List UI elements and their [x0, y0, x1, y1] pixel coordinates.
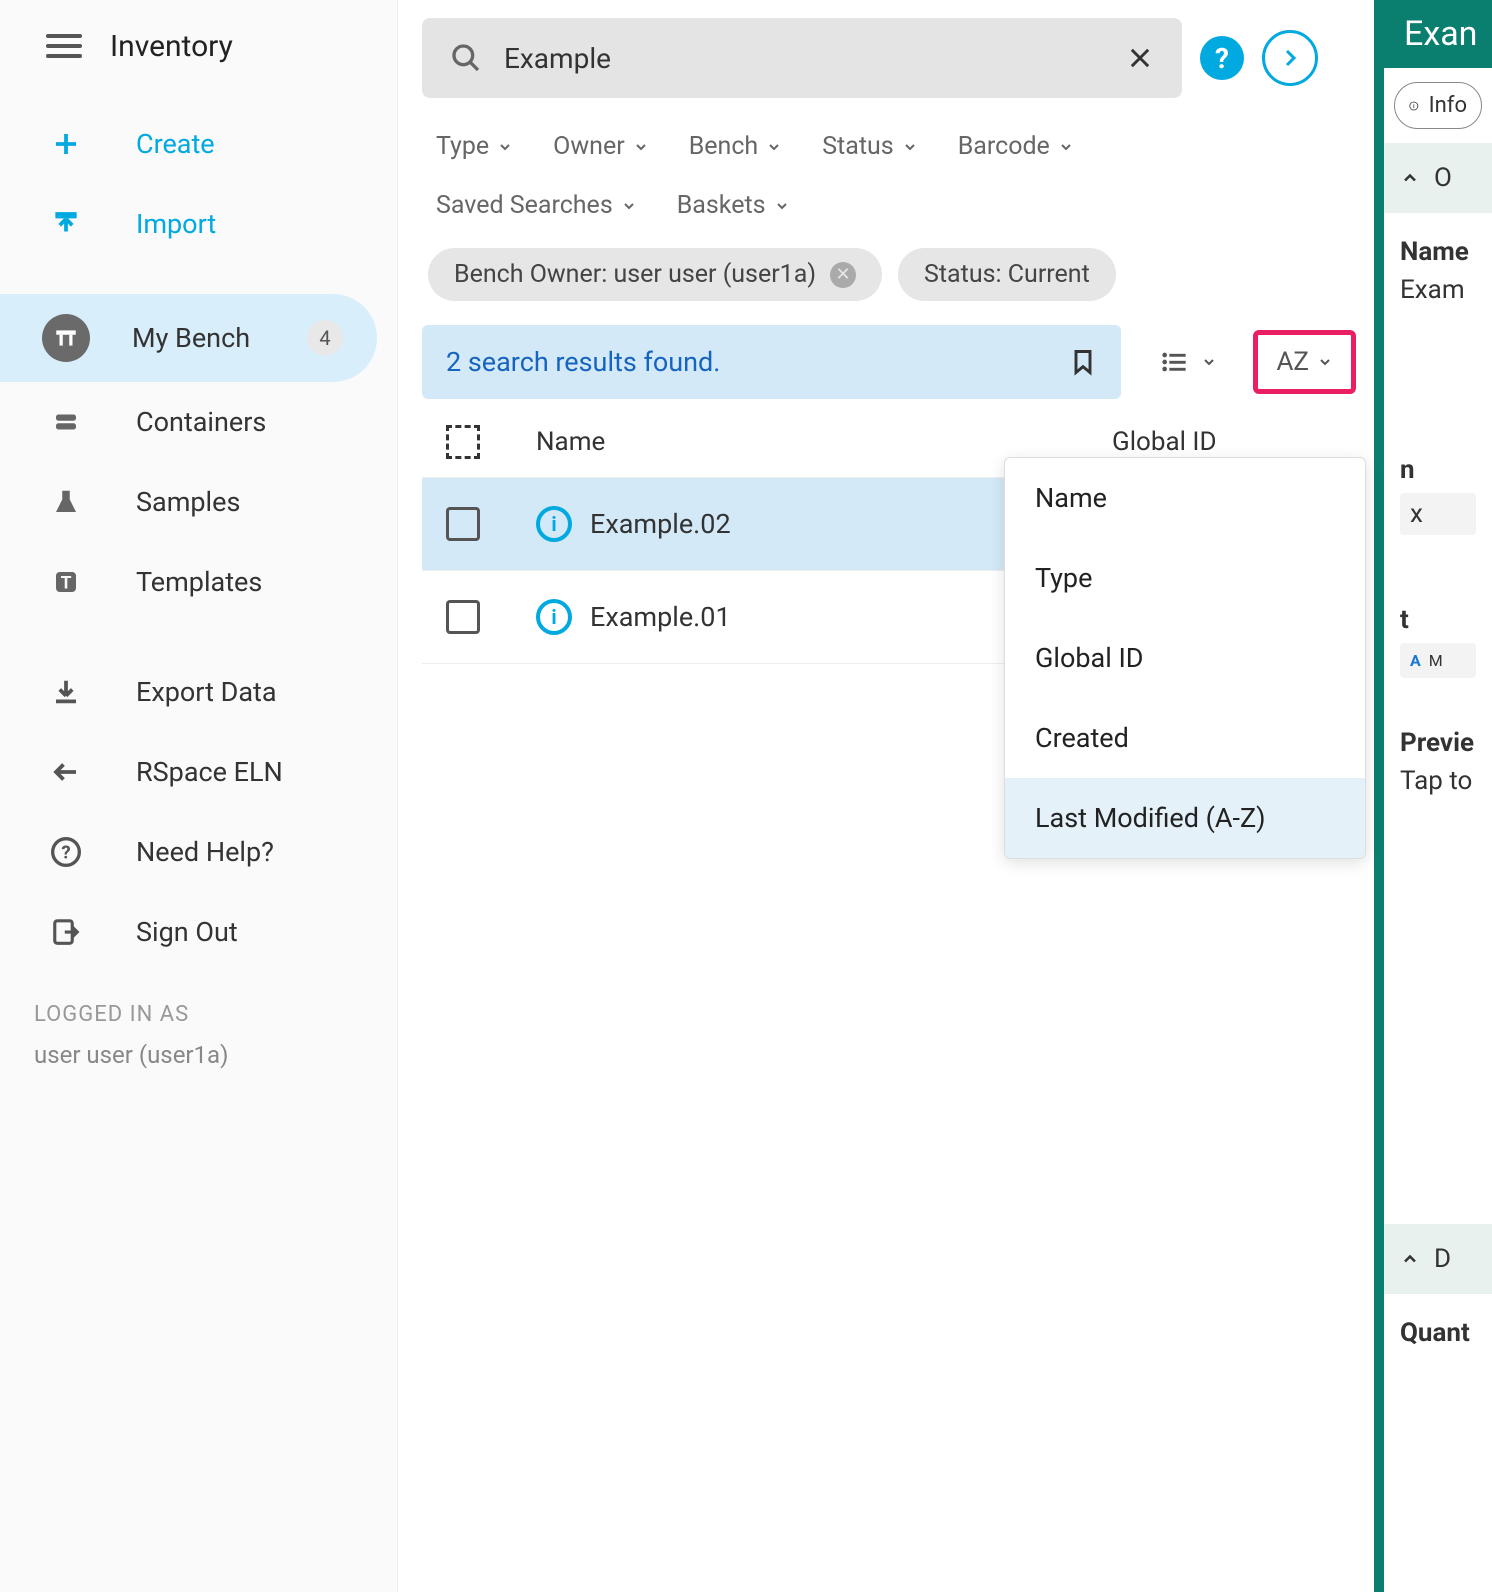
info-chip[interactable]: i Info — [1394, 82, 1482, 129]
results-bar: 2 search results found. AZ — [422, 325, 1356, 399]
templates-icon: T — [46, 562, 86, 602]
details-section-header[interactable]: D — [1384, 1224, 1492, 1294]
details-panel: Exan i Info O Name Exam n x t A M Previe… — [1374, 0, 1492, 1592]
containers-icon — [46, 402, 86, 442]
app-title: Inventory — [110, 29, 233, 64]
sidebar-item-label: Need Help? — [136, 836, 274, 868]
sidebar-item-label: Containers — [136, 406, 266, 438]
name-label: Name — [1400, 237, 1476, 267]
overview-section-header[interactable]: O — [1384, 143, 1492, 213]
sidebar-item-signout[interactable]: Sign Out — [0, 892, 397, 972]
sidebar-item-label: Import — [136, 208, 216, 240]
logged-in-label: LOGGED IN AS — [34, 1002, 363, 1027]
preview-text: Tap to — [1400, 766, 1476, 796]
filter-owner[interactable]: Owner — [553, 132, 649, 161]
sidebar-item-label: RSpace ELN — [136, 756, 283, 788]
sort-option-created[interactable]: Created — [1005, 698, 1365, 778]
view-toggle[interactable] — [1141, 336, 1233, 388]
filter-baskets[interactable]: Baskets — [677, 191, 790, 220]
search-input[interactable] — [504, 42, 1126, 75]
sort-option-global-id[interactable]: Global ID — [1005, 618, 1365, 698]
import-icon — [46, 204, 86, 244]
filter-row-1: Type Owner Bench Status Barcode — [422, 122, 1356, 181]
sort-option-type[interactable]: Type — [1005, 538, 1365, 618]
filter-chip-status[interactable]: Status: Current — [898, 248, 1116, 301]
hamburger-menu-icon[interactable] — [46, 28, 82, 64]
active-filters: Bench Owner: user user (user1a) ✕ Status… — [422, 240, 1356, 325]
main-content: ? Type Owner Bench Status Barcode Saved … — [398, 0, 1374, 1592]
info-icon[interactable]: i — [536, 599, 572, 635]
search-icon — [450, 42, 482, 74]
sidebar-item-create[interactable]: Create — [0, 104, 397, 184]
name-value: Exam — [1400, 275, 1476, 305]
svg-text:T: T — [61, 573, 72, 593]
bench-count-badge: 4 — [307, 320, 343, 356]
sidebar-item-my-bench[interactable]: My Bench 4 — [0, 294, 377, 382]
sidebar-item-import[interactable]: Import — [0, 184, 397, 264]
sidebar-item-label: Templates — [136, 566, 262, 598]
row-checkbox[interactable] — [446, 600, 480, 634]
back-arrow-icon — [46, 752, 86, 792]
svg-text:?: ? — [61, 842, 70, 864]
filter-status[interactable]: Status — [822, 132, 917, 161]
sidebar-item-label: Export Data — [136, 676, 277, 708]
sidebar-item-rspace[interactable]: RSpace ELN — [0, 732, 397, 812]
bookmark-icon[interactable] — [1069, 345, 1097, 379]
filter-bench[interactable]: Bench — [689, 132, 783, 161]
signout-icon — [46, 912, 86, 952]
filter-chip-bench-owner[interactable]: Bench Owner: user user (user1a) ✕ — [428, 248, 882, 301]
sidebar-item-label: Sign Out — [136, 916, 238, 948]
search-clear-icon[interactable] — [1126, 44, 1154, 72]
select-all-checkbox[interactable] — [446, 425, 480, 459]
sort-button[interactable]: AZ — [1253, 330, 1356, 394]
results-count-text: 2 search results found. — [446, 346, 720, 378]
sidebar-item-label: Samples — [136, 486, 240, 518]
sidebar-item-export[interactable]: Export Data — [0, 652, 397, 732]
sidebar-item-help[interactable]: ? Need Help? — [0, 812, 397, 892]
filter-row-2: Saved Searches Baskets — [422, 181, 1356, 240]
column-name[interactable]: Name — [536, 427, 1112, 457]
results-banner: 2 search results found. — [422, 325, 1121, 399]
sort-option-name[interactable]: Name — [1005, 458, 1365, 538]
details-title: Exan — [1384, 0, 1492, 68]
svg-text:i: i — [1413, 104, 1415, 110]
row-name: Example.02 — [590, 508, 731, 540]
filter-barcode[interactable]: Barcode — [958, 132, 1074, 161]
info-icon[interactable]: i — [536, 506, 572, 542]
column-global-id[interactable]: Global ID — [1112, 427, 1332, 457]
preview-label: Previe — [1400, 728, 1476, 758]
sidebar: Inventory Create Import My Bench 4 — [0, 0, 398, 1592]
sidebar-item-samples[interactable]: Samples — [0, 462, 397, 542]
sidebar-item-label: My Bench — [132, 322, 250, 354]
sidebar-footer: LOGGED IN AS user user (user1a) — [0, 972, 397, 1099]
chip-remove-icon[interactable]: ✕ — [830, 262, 856, 288]
plus-icon — [46, 124, 86, 164]
flask-icon — [46, 482, 86, 522]
help-icon: ? — [46, 832, 86, 872]
search-box[interactable] — [422, 18, 1182, 98]
row-checkbox[interactable] — [446, 507, 480, 541]
sort-menu: Name Type Global ID Created Last Modifie… — [1004, 457, 1366, 859]
logged-in-user: user user (user1a) — [34, 1041, 363, 1069]
sort-option-last-modified[interactable]: Last Modified (A-Z) — [1005, 778, 1365, 858]
expand-panel-button[interactable] — [1262, 30, 1318, 86]
filter-saved-searches[interactable]: Saved Searches — [436, 191, 637, 220]
filter-type[interactable]: Type — [436, 132, 513, 161]
sidebar-item-templates[interactable]: T Templates — [0, 542, 397, 622]
sidebar-item-label: Create — [136, 128, 215, 160]
row-name: Example.01 — [590, 601, 731, 633]
sidebar-item-containers[interactable]: Containers — [0, 382, 397, 462]
quantity-label: Quant — [1400, 1318, 1476, 1348]
download-icon — [46, 672, 86, 712]
bench-icon — [42, 314, 90, 362]
sidebar-header: Inventory — [0, 28, 397, 104]
sort-label: AZ — [1276, 347, 1309, 377]
help-button[interactable]: ? — [1200, 36, 1244, 80]
topbar: ? — [422, 18, 1356, 98]
